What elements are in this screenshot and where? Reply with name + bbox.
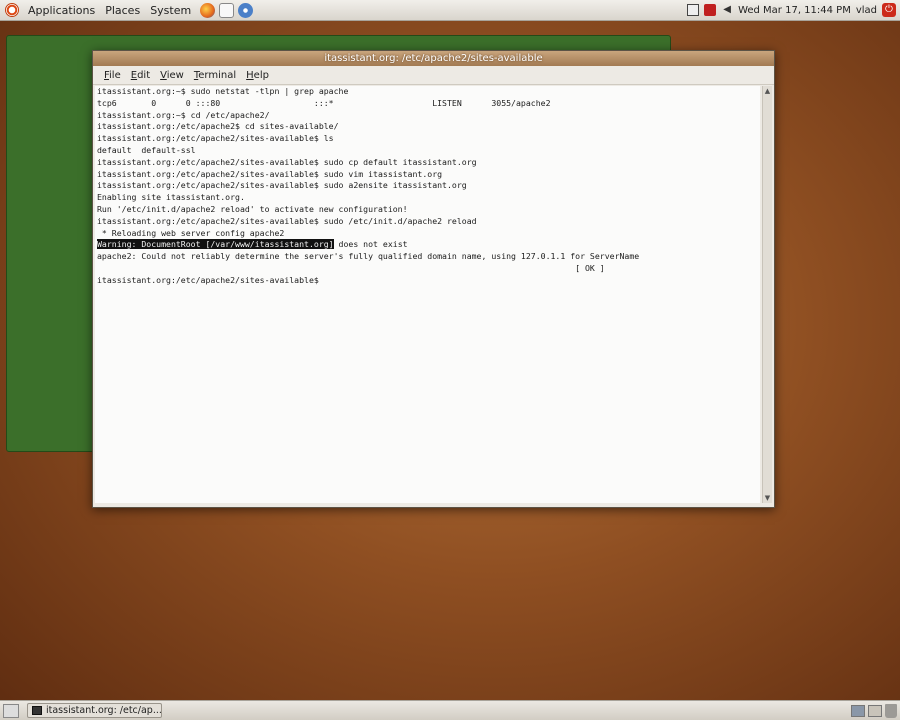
trash-icon[interactable] xyxy=(885,703,897,718)
network-icon[interactable] xyxy=(687,4,700,16)
firefox-launcher-icon[interactable] xyxy=(200,2,216,18)
window-menubar: File Edit View Terminal Help xyxy=(93,66,774,85)
scroll-up-icon[interactable]: ▲ xyxy=(763,86,772,96)
bottom-panel: itassistant.org: /etc/ap... xyxy=(0,700,900,720)
menu-terminal[interactable]: Terminal xyxy=(189,70,241,81)
terminal-line: itassistant.org:/etc/apache2/sites-avail… xyxy=(97,180,467,191)
notification-area: ◀ Wed Mar 17, 11:44 PM vlad ⏻ xyxy=(687,3,900,17)
workspace-1[interactable] xyxy=(851,704,865,717)
clock[interactable]: Wed Mar 17, 11:44 PM xyxy=(738,5,851,16)
help-launcher-icon[interactable] xyxy=(238,2,254,18)
menu-places[interactable]: Places xyxy=(100,4,145,17)
terminal-line: tcp6 0 0 :::80 :::* LISTEN 3055/apache2 xyxy=(97,97,551,108)
menu-system[interactable]: System xyxy=(145,4,196,17)
update-notifier-icon[interactable] xyxy=(704,4,717,16)
terminal-line: itassistant.org:/etc/apache2/sites-avail… xyxy=(97,215,477,226)
warning-text: does not exist xyxy=(333,239,408,250)
terminal-window: itassistant.org: /etc/apache2/sites-avai… xyxy=(92,50,775,508)
terminal-warning-line: Warning: DocumentRoot [/var/www/itassist… xyxy=(97,239,760,251)
power-icon[interactable]: ⏻ xyxy=(882,3,896,17)
window-title: itassistant.org: /etc/apache2/sites-avai… xyxy=(324,53,543,64)
top-panel: Applications Places System ◀ Wed Mar 17,… xyxy=(0,0,900,452)
menu-file[interactable]: File xyxy=(99,70,126,81)
terminal-line: Enabling site itassistant.org. xyxy=(97,192,245,203)
terminal-line: itassistant.org:~$ cd /etc/apache2/ xyxy=(97,109,270,120)
terminal-output[interactable]: itassistant.org:~$ sudo netstat -tlpn | … xyxy=(95,86,760,503)
terminal-line: itassistant.org:/etc/apache2/sites-avail… xyxy=(97,133,334,144)
volume-icon[interactable]: ◀ xyxy=(721,4,733,16)
selected-text: Warning: DocumentRoot [/var/www/itassist… xyxy=(97,239,334,250)
taskbar-task-label: itassistant.org: /etc/ap... xyxy=(46,705,162,716)
window-titlebar[interactable]: itassistant.org: /etc/apache2/sites-avai… xyxy=(93,51,774,66)
menu-applications[interactable]: Applications xyxy=(23,4,100,17)
menu-help[interactable]: Help xyxy=(241,70,274,81)
menu-view[interactable]: View xyxy=(155,70,189,81)
terminal-line: * Reloading web server config apache2 xyxy=(97,227,285,238)
terminal-line: apache2: Could not reliably determine th… xyxy=(97,251,640,262)
workspace-switcher xyxy=(851,703,900,718)
menu-edit[interactable]: Edit xyxy=(126,70,155,81)
workspace-2[interactable] xyxy=(868,704,882,717)
mail-launcher-icon[interactable] xyxy=(219,2,235,18)
terminal-line: itassistant.org:/etc/apache2$ cd sites-a… xyxy=(97,121,339,132)
terminal-task-icon xyxy=(32,706,42,715)
scroll-down-icon[interactable]: ▼ xyxy=(763,493,772,503)
user-name[interactable]: vlad xyxy=(856,5,877,16)
terminal-scrollbar[interactable]: ▲ ▼ xyxy=(762,86,772,503)
taskbar-terminal-button[interactable]: itassistant.org: /etc/ap... xyxy=(27,703,162,718)
terminal-line: itassistant.org:/etc/apache2/sites-avail… xyxy=(97,168,443,179)
terminal-line: default default-ssl xyxy=(97,144,196,155)
terminal-prompt-line: itassistant.org:/etc/apache2/sites-avail… xyxy=(97,274,324,285)
terminal-line: itassistant.org:~$ sudo netstat -tlpn | … xyxy=(97,86,349,96)
ubuntu-logo-icon[interactable] xyxy=(5,3,19,17)
terminal-line: Run '/etc/init.d/apache2 reload' to acti… xyxy=(97,203,408,214)
terminal-line: [ OK ] xyxy=(97,262,605,273)
show-desktop-icon[interactable] xyxy=(3,703,19,718)
terminal-line: itassistant.org:/etc/apache2/sites-avail… xyxy=(97,156,477,167)
